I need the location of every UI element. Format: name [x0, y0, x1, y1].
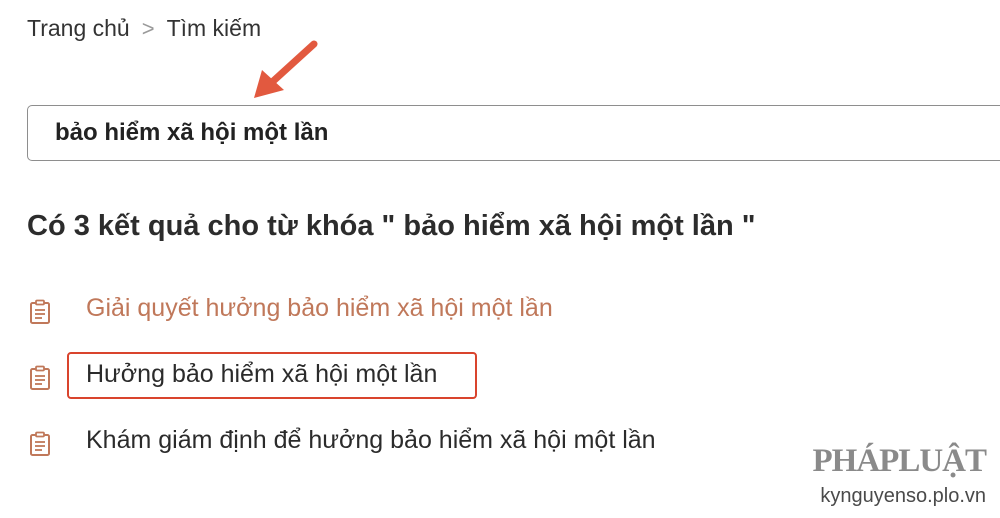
result-link[interactable]: Giải quyết hưởng bảo hiểm xã hội một lần — [86, 290, 553, 326]
breadcrumb-home-link[interactable]: Trang chủ — [27, 15, 130, 42]
breadcrumb-current: Tìm kiếm — [166, 15, 262, 41]
watermark-site: kynguyenso.plo.vn — [820, 485, 986, 507]
search-box — [27, 105, 1000, 161]
result-link[interactable]: Hưởng bảo hiểm xã hội một lần — [86, 356, 437, 392]
arrow-icon — [254, 40, 318, 98]
watermark-logo: PHÁPLUẬT — [812, 443, 987, 479]
list-item: Hưởng bảo hiểm xã hội một lần — [27, 352, 656, 422]
result-link[interactable]: Khám giám định để hưởng bảo hiểm xã hội … — [86, 422, 656, 458]
document-icon — [30, 431, 50, 456]
results-list: Giải quyết hưởng bảo hiểm xã hội một lần… — [27, 290, 656, 488]
watermark: PHÁPLUẬT kynguyenso.plo.vn — [813, 443, 987, 508]
breadcrumb: Trang chủ > Tìm kiếm — [27, 15, 261, 42]
search-input[interactable] — [28, 118, 1000, 148]
document-icon — [30, 299, 50, 324]
list-item: Khám giám định để hưởng bảo hiểm xã hội … — [27, 422, 656, 488]
results-heading: Có 3 kết quả cho từ khóa " bảo hiểm xã h… — [27, 210, 756, 242]
breadcrumb-separator: > — [141, 15, 155, 41]
document-icon — [30, 365, 50, 390]
list-item: Giải quyết hưởng bảo hiểm xã hội một lần — [27, 290, 656, 356]
